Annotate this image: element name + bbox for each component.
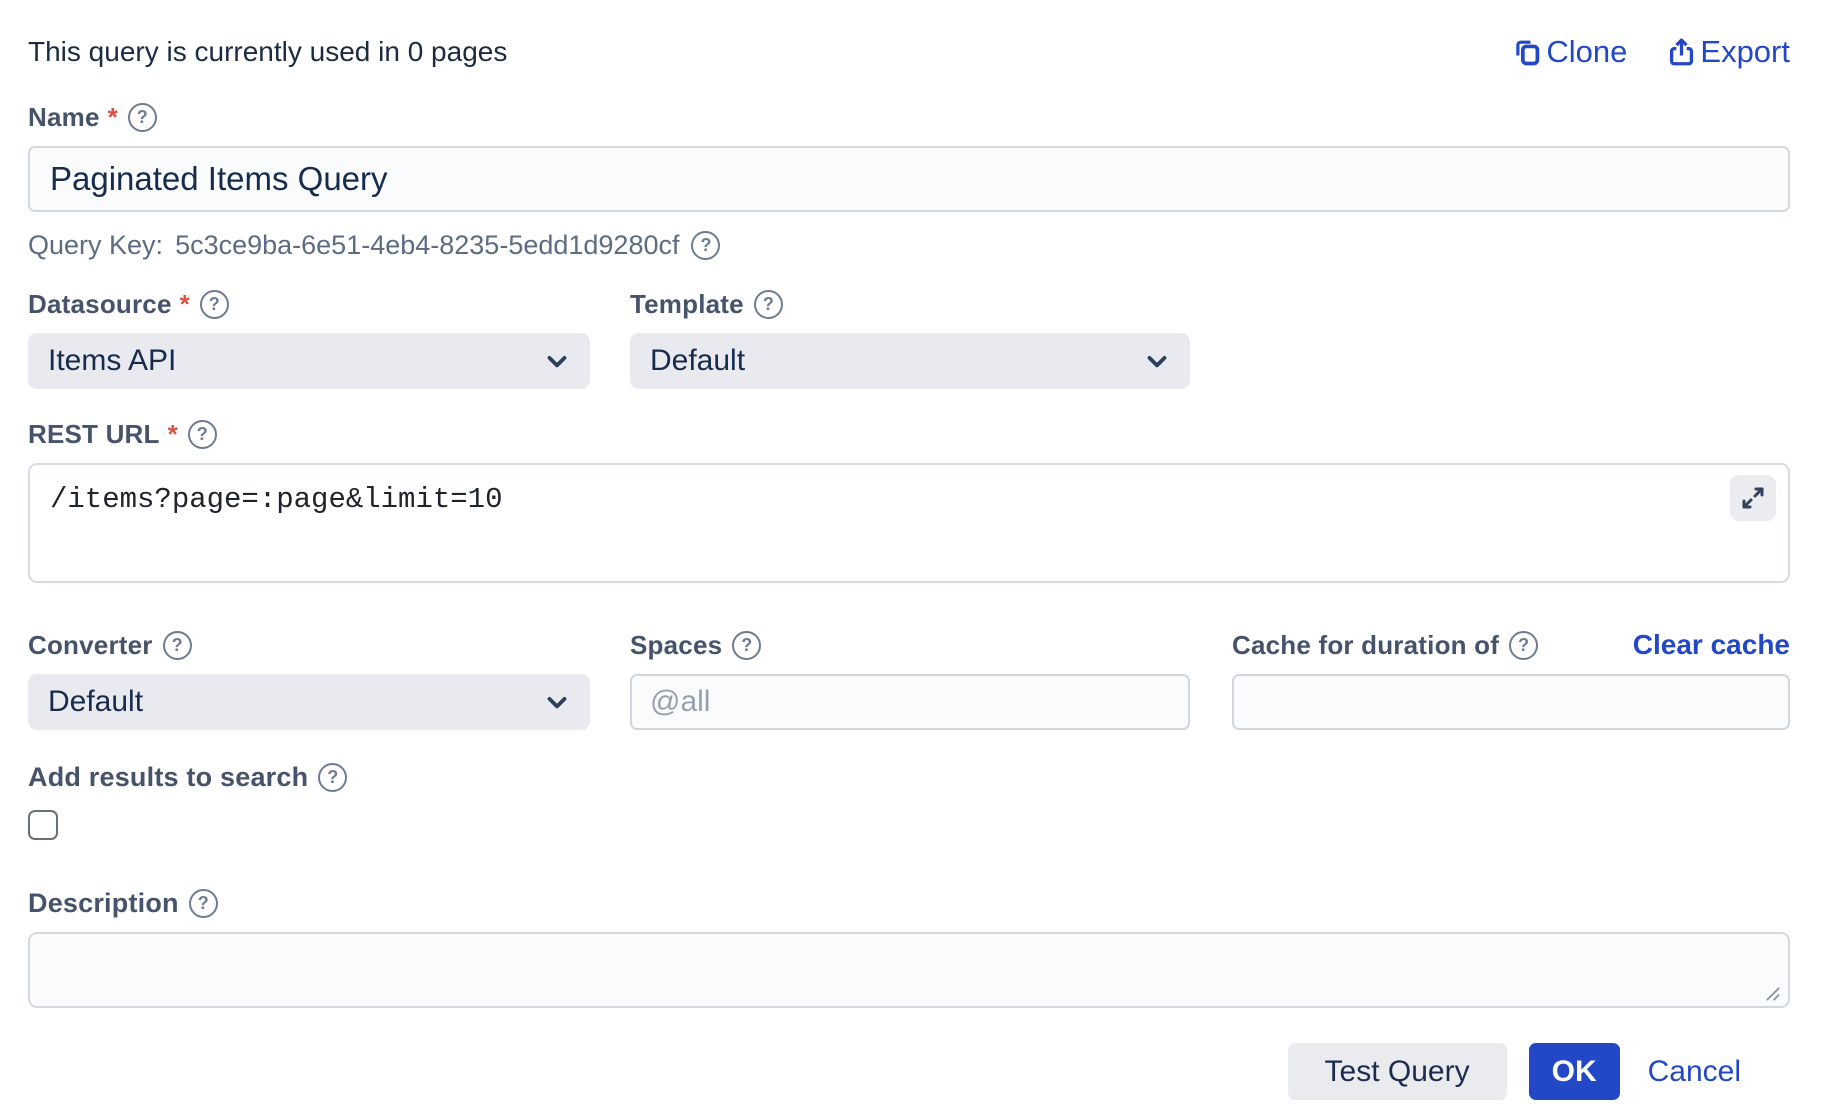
converter-spaces-cache-row: Converter ? Default Spaces ? Cache for d… [28,628,1790,730]
clone-label: Clone [1546,34,1627,70]
query-key-row: Query Key: 5c3ce9ba-6e51-4eb4-8235-5edd1… [28,230,1790,261]
spaces-label-row: Spaces ? [630,628,1190,662]
test-query-button[interactable]: Test Query [1288,1043,1507,1100]
clone-icon [1511,36,1544,69]
expand-icon [1738,483,1768,513]
query-key-value: 5c3ce9ba-6e51-4eb4-8235-5edd1d9280cf [175,230,679,261]
ok-button[interactable]: OK [1529,1043,1620,1100]
converter-label-row: Converter ? [28,628,590,662]
template-select[interactable]: Default [630,333,1190,389]
converter-field: Converter ? Default [28,628,590,730]
description-help-icon[interactable]: ? [189,889,218,918]
cache-label: Cache for duration of [1232,628,1499,662]
template-label-row: Template ? [630,287,1190,321]
export-button[interactable]: Export [1665,34,1790,70]
datasource-help-icon[interactable]: ? [200,290,229,319]
expand-editor-button[interactable] [1730,475,1776,521]
required-mark: * [168,417,178,451]
template-help-icon[interactable]: ? [754,290,783,319]
add-results-checkbox[interactable] [28,810,58,840]
name-help-icon[interactable]: ? [128,103,157,132]
rest-url-textarea[interactable]: /items?page=:page&limit=10 [28,463,1790,583]
template-label: Template [630,287,744,321]
clear-cache-link[interactable]: Clear cache [1633,629,1790,661]
cancel-button[interactable]: Cancel [1648,1043,1741,1100]
datasource-label: Datasource [28,287,172,321]
required-mark: * [108,100,118,134]
topbar: This query is currently used in 0 pages … [28,30,1790,74]
required-mark: * [180,287,190,321]
top-actions: Clone Export [1511,34,1790,70]
spaces-field: Spaces ? [630,628,1190,730]
spaces-label: Spaces [630,628,722,662]
rest-url-label: REST URL [28,417,160,451]
rest-url-help-icon[interactable]: ? [188,420,217,449]
converter-help-icon[interactable]: ? [163,631,192,660]
name-label-row: Name * ? [28,100,1790,134]
usage-info-text: This query is currently used in 0 pages [28,36,507,68]
cache-label-group: Cache for duration of ? [1232,628,1538,662]
rest-url-wrap: /items?page=:page&limit=10 [28,463,1790,588]
chevron-down-icon [542,687,572,717]
description-label: Description [28,886,179,920]
template-field: Template ? Default [630,287,1190,389]
template-selected-value: Default [650,344,745,378]
rest-url-label-row: REST URL * ? [28,417,1790,451]
converter-selected-value: Default [48,685,143,719]
add-results-help-icon[interactable]: ? [318,763,347,792]
add-results-label-row: Add results to search ? [28,760,1790,794]
query-key-help-icon[interactable]: ? [691,231,720,260]
chevron-down-icon [542,346,572,376]
converter-label: Converter [28,628,153,662]
spaces-help-icon[interactable]: ? [732,631,761,660]
datasource-field: Datasource * ? Items API [28,287,590,389]
export-label: Export [1700,34,1790,70]
datasource-select[interactable]: Items API [28,333,590,389]
resize-handle-icon[interactable] [1764,985,1782,1003]
description-textarea[interactable] [28,932,1790,1008]
datasource-label-row: Datasource * ? [28,287,590,321]
converter-select[interactable]: Default [28,674,590,730]
export-icon [1665,36,1698,69]
description-label-row: Description ? [28,886,1790,920]
datasource-selected-value: Items API [48,344,176,378]
add-results-label: Add results to search [28,760,308,794]
cache-help-icon[interactable]: ? [1509,631,1538,660]
footer-actions: Test Query OK Cancel [28,1043,1790,1100]
cache-label-row: Cache for duration of ? Clear cache [1232,628,1790,662]
chevron-down-icon [1142,346,1172,376]
cache-field: Cache for duration of ? Clear cache [1232,628,1790,730]
datasource-template-row: Datasource * ? Items API Template ? Defa… [28,287,1790,389]
clone-button[interactable]: Clone [1511,34,1627,70]
name-label: Name [28,100,100,134]
name-input[interactable] [28,146,1790,212]
spaces-input[interactable] [630,674,1190,730]
cache-duration-input[interactable] [1232,674,1790,730]
query-key-label: Query Key: [28,230,163,261]
query-editor-form: This query is currently used in 0 pages … [0,0,1822,1100]
description-wrap [28,932,1790,1013]
